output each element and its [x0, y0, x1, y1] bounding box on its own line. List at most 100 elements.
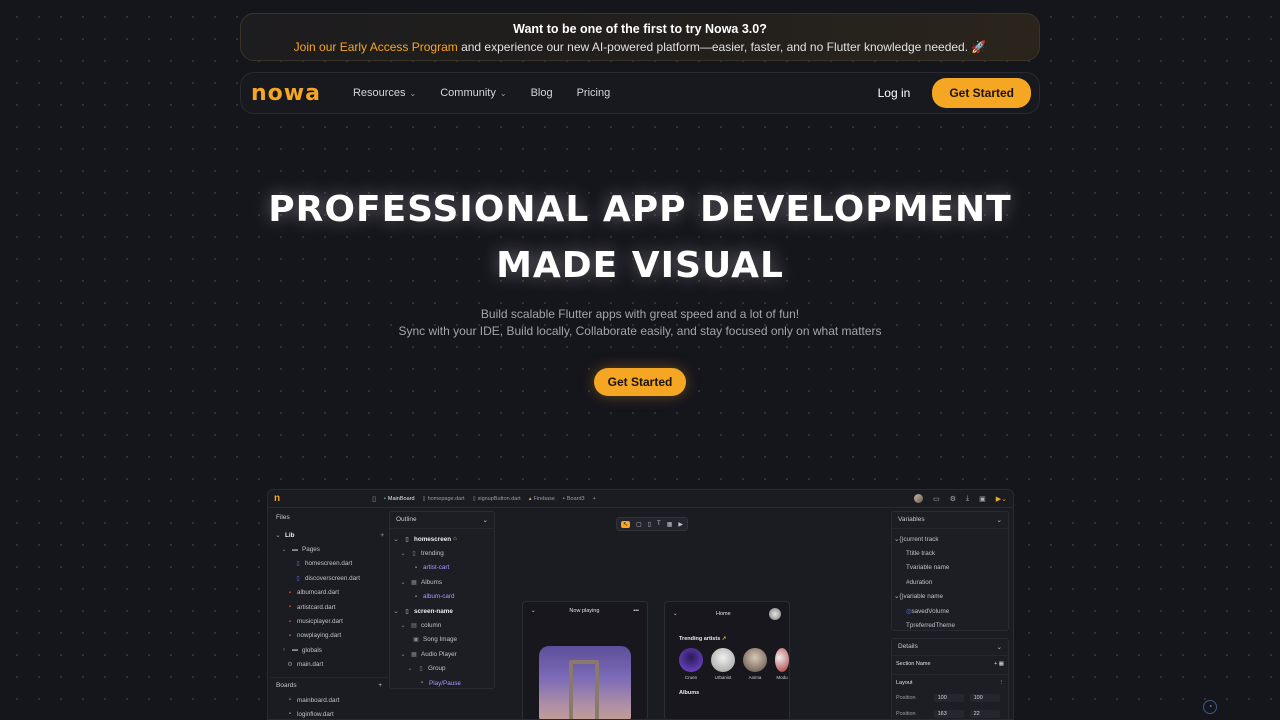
hero-title-line1: PROFESSIONAL APP DEVELOPMENT	[268, 189, 1012, 230]
chevron-down-icon[interactable]: ⌄	[997, 516, 1002, 524]
outline-item[interactable]: ⌄ ▯ screen-name	[390, 604, 494, 618]
plus-icon[interactable]: +	[380, 532, 384, 539]
tree-item[interactable]: ▯ discoverscreen.dart	[270, 571, 388, 585]
login-link[interactable]: Log in	[878, 86, 911, 100]
artist-name: Cruen	[684, 675, 698, 680]
chevron-down-icon: ⌄	[400, 579, 406, 586]
pointer-icon[interactable]: ↖	[621, 520, 631, 528]
tab-homepage[interactable]: ▯ homepage.dart	[423, 496, 465, 502]
tree-item-label: Pages	[302, 546, 320, 554]
tab-mainboard[interactable]: ▪ MainBoard	[384, 496, 415, 502]
tab-label: homepage.dart	[427, 495, 465, 502]
albums-heading: Albums	[679, 690, 700, 696]
nav-pricing[interactable]: Pricing	[577, 87, 611, 99]
outline-item[interactable]: ⌄ ▦ Albums	[390, 575, 494, 589]
outline-item[interactable]: ⌄ ▤ column	[390, 618, 494, 632]
artist-avatar	[775, 648, 789, 672]
tree-item[interactable]: ▪ nowplaying.dart	[270, 629, 388, 643]
grid-icon: ▦	[411, 579, 417, 586]
outline-item[interactable]: ▪ Play/Pause	[390, 676, 494, 690]
devices-icon[interactable]: ▭	[933, 495, 940, 503]
variable-item[interactable]: TpreferredTheme	[892, 618, 1008, 632]
outline-item[interactable]: ⌄ ▯ homescreen ⌂	[390, 532, 494, 546]
home-screen[interactable]: ⌄ Home Trending artists ↗ Cruen Urbanist…	[664, 601, 790, 719]
tree-item[interactable]: ⚙ main.dart	[270, 658, 388, 672]
early-access-link[interactable]: Join our Early Access Program	[294, 40, 458, 54]
nowa-logo[interactable]: nowa	[251, 81, 321, 106]
chevron-down-icon[interactable]: ⌄	[483, 516, 488, 524]
gear-icon[interactable]: ⚙	[950, 495, 956, 503]
outline-panel: Outline ⌄ ⌄ ▯ homescreen ⌂ ⌄ ▯ trending ▪ artis…	[389, 511, 495, 689]
tree-item[interactable]: ▪ albumcard.dart	[270, 586, 388, 600]
home-icon: ⌂	[453, 536, 457, 543]
component-icon[interactable]: ▦	[667, 521, 673, 528]
height-input[interactable]: 22	[969, 710, 1000, 718]
add-icon[interactable]: + ▦	[994, 661, 1004, 667]
nav-resources[interactable]: Resources ⌄	[353, 87, 416, 99]
text-icon[interactable]: T	[657, 521, 661, 527]
avatar[interactable]	[914, 494, 924, 503]
ide-toolbar: n ▯ ▪ MainBoard ▯ homepage.dart ▯ signupBut…	[268, 490, 1013, 508]
sidebar-toggle-icon[interactable]: ▯	[372, 495, 376, 503]
tree-item[interactable]: ▪ musicplayer.dart	[270, 614, 388, 628]
nav-community[interactable]: Community ⌄	[440, 87, 506, 99]
outline-item[interactable]: ▪ album-card	[390, 590, 494, 604]
now-playing-screen[interactable]: ⌄ Now playing •••	[522, 601, 648, 719]
variable-item[interactable]: ◎ savedVolume	[892, 604, 1008, 618]
variable-item[interactable]: Tvariable name	[892, 561, 1008, 575]
help-widget-icon[interactable]: ◔	[1203, 700, 1217, 714]
plus-icon[interactable]: +	[378, 682, 382, 689]
x-input[interactable]: 100	[933, 694, 964, 702]
tab-firebase[interactable]: ▴ Firebase	[529, 496, 555, 502]
details-header-label: Details	[898, 643, 918, 650]
play-icon[interactable]: ▶⌄	[996, 495, 1007, 503]
tree-item[interactable]: ▯ homescreen.dart	[270, 557, 388, 571]
hero-subtitle-2: Sync with your IDE, Build locally, Colla…	[398, 324, 882, 338]
y-input[interactable]: 100	[969, 694, 1000, 702]
get-started-nav-button[interactable]: Get Started	[932, 78, 1031, 108]
outline-item-label: artist-cart	[423, 564, 450, 572]
trend-icon: ↗	[721, 636, 727, 642]
get-started-hero-button[interactable]: Get Started	[594, 368, 686, 396]
tree-item-label: homescreen.dart	[305, 560, 353, 568]
variable-item[interactable]: # duration	[892, 575, 1008, 589]
artist-card[interactable]: Modu	[775, 648, 789, 680]
artist-card[interactable]: Cruen	[679, 648, 703, 680]
device-icon[interactable]: ▯	[648, 521, 651, 528]
tree-item[interactable]: ▪ mainboard.dart	[270, 693, 388, 707]
avatar	[769, 608, 781, 620]
variable-item[interactable]: ⌄{} current track	[892, 532, 1008, 546]
play-icon[interactable]: ▶	[678, 521, 683, 528]
tree-item[interactable]: ▪ loginflow.dart	[270, 707, 388, 719]
variable-item[interactable]: ⌄{} variable name	[892, 590, 1008, 604]
tab-label: signupButton.dart	[477, 495, 521, 502]
tree-item[interactable]: ⌄ ▬ Pages	[270, 542, 388, 556]
tab-board3[interactable]: ▪ Board3	[563, 496, 585, 502]
save-icon[interactable]: ▣	[979, 495, 986, 503]
artist-card[interactable]: Urbanist	[711, 648, 735, 680]
outline-item[interactable]: ▪ artist-cart	[390, 561, 494, 575]
frame-icon[interactable]: ▢	[636, 521, 642, 528]
more-icon[interactable]: ⋮	[999, 680, 1005, 686]
artist-name: Anima	[748, 675, 762, 680]
outline-item-label: Albums	[421, 578, 442, 586]
tab-signupbutton[interactable]: ▯ signupButton.dart	[473, 496, 521, 502]
download-icon[interactable]: ⤓	[966, 495, 969, 503]
width-input[interactable]: 163	[933, 710, 964, 718]
tree-item[interactable]: ⌄ Lib +	[270, 528, 388, 542]
tree-item[interactable]: ▪ artistcard.dart	[270, 600, 388, 614]
add-tab-button[interactable]: +	[593, 496, 596, 502]
outline-item[interactable]: ⌄ ▦ Audio Player	[390, 647, 494, 661]
outline-item[interactable]: ▣ Song Image	[390, 633, 494, 647]
nav-blog[interactable]: Blog	[531, 87, 553, 99]
variable-item[interactable]: Ttitle track	[892, 546, 1008, 560]
gear-icon: ⚙	[287, 662, 293, 669]
outline-item[interactable]: ⌄ ▯ trending	[390, 546, 494, 560]
tree-item[interactable]: › ▬ globals	[270, 643, 388, 657]
component-icon: ▪	[414, 593, 418, 600]
chevron-down-icon: ⌄	[393, 608, 399, 615]
chevron-down-icon: ⌄	[393, 536, 399, 543]
outline-item[interactable]: ⌄ ▯ Group	[390, 662, 494, 676]
artist-card[interactable]: Anima	[743, 648, 767, 680]
chevron-down-icon[interactable]: ⌄	[997, 643, 1002, 651]
